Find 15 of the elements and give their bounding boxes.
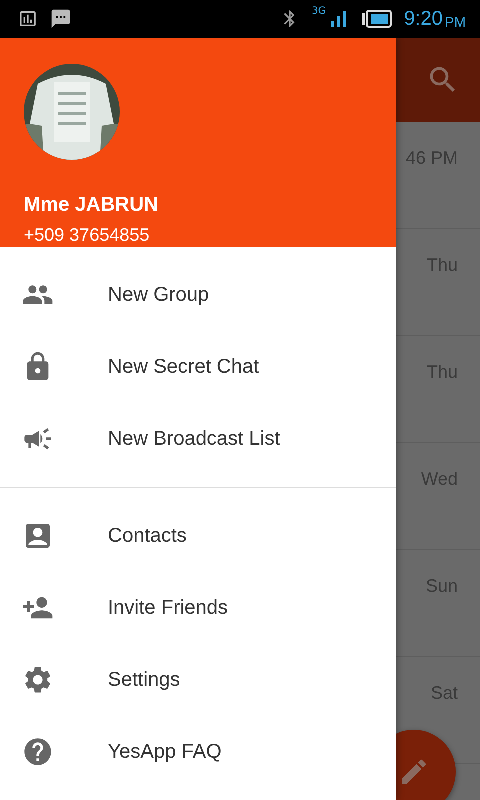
menu-item[interactable]: New Broadcast List bbox=[0, 403, 396, 475]
menu-item[interactable]: Contacts bbox=[0, 500, 396, 572]
menu-item[interactable]: New Secret Chat bbox=[0, 331, 396, 403]
battery-icon bbox=[362, 10, 392, 28]
phone-number: +509 37654855 bbox=[24, 225, 151, 246]
menu-item[interactable]: YesApp FAQ bbox=[0, 716, 396, 788]
clock-time: 9:20 bbox=[404, 8, 443, 30]
user-name: Mme JABRUN bbox=[24, 194, 160, 217]
clock-period: PM bbox=[445, 14, 466, 30]
menu-item[interactable]: Settings bbox=[0, 644, 396, 716]
menu-item[interactable]: Invite Friends bbox=[0, 572, 396, 644]
network-type: 3G bbox=[312, 6, 326, 17]
menu-item[interactable]: New Group bbox=[0, 259, 396, 331]
help-icon bbox=[22, 736, 54, 768]
message-icon bbox=[50, 8, 72, 30]
